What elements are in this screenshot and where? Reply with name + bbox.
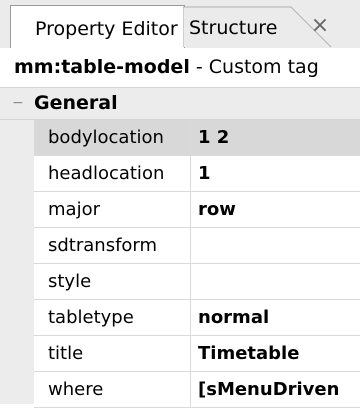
property-row-title[interactable]: title Timetable [34,336,360,372]
property-name: bodylocation [48,127,164,148]
property-row-style[interactable]: style [34,264,360,300]
column-divider [190,156,191,192]
tab-strip: Property Editor Structure × [0,0,360,48]
grid-gutter [0,120,34,404]
selected-tag-header: mm:table-model - Custom tag [0,48,360,88]
property-editor-panel: Property Editor Structure × mm:table-mod… [0,0,360,408]
tab-structure-label: Structure [189,17,278,39]
column-divider [190,300,191,336]
column-divider [190,228,191,264]
collapse-icon[interactable]: − [12,96,26,110]
property-row-major[interactable]: major row [34,192,360,228]
column-divider [190,264,191,300]
category-label: General [34,92,118,114]
tab-structure[interactable]: Structure × [183,5,360,47]
property-value[interactable]: normal [198,307,269,328]
close-icon[interactable]: × [305,11,335,41]
column-divider [190,372,191,408]
property-name: style [48,271,92,292]
property-value[interactable]: 1 2 [198,127,229,148]
column-divider [190,120,191,156]
column-divider [190,336,191,372]
property-name: tabletype [48,307,134,328]
property-name: title [48,343,84,364]
property-value[interactable]: [sMenuDriven [198,379,339,400]
property-row-headlocation[interactable]: headlocation 1 [34,156,360,192]
tab-property-editor-label: Property Editor [35,18,178,40]
property-value[interactable]: Timetable [198,343,299,364]
tag-kind: - Custom tag [189,56,319,78]
property-name: where [48,379,104,400]
category-general[interactable]: − General [0,88,360,120]
property-row-bodylocation[interactable]: bodylocation 1 2 [34,120,360,156]
property-value[interactable]: 1 [198,163,211,184]
property-name: sdtransform [48,235,158,256]
tab-property-editor[interactable]: Property Editor [10,5,185,48]
property-row-sdtransform[interactable]: sdtransform [34,228,360,264]
property-value[interactable]: row [198,199,236,220]
property-name: major [48,199,100,220]
property-row-where[interactable]: where [sMenuDriven [34,372,360,408]
property-name: headlocation [48,163,165,184]
header-text: mm:table-model - Custom tag [14,56,319,78]
property-row-tabletype[interactable]: tabletype normal [34,300,360,336]
tag-name: mm:table-model [14,56,190,78]
column-divider [190,192,191,228]
